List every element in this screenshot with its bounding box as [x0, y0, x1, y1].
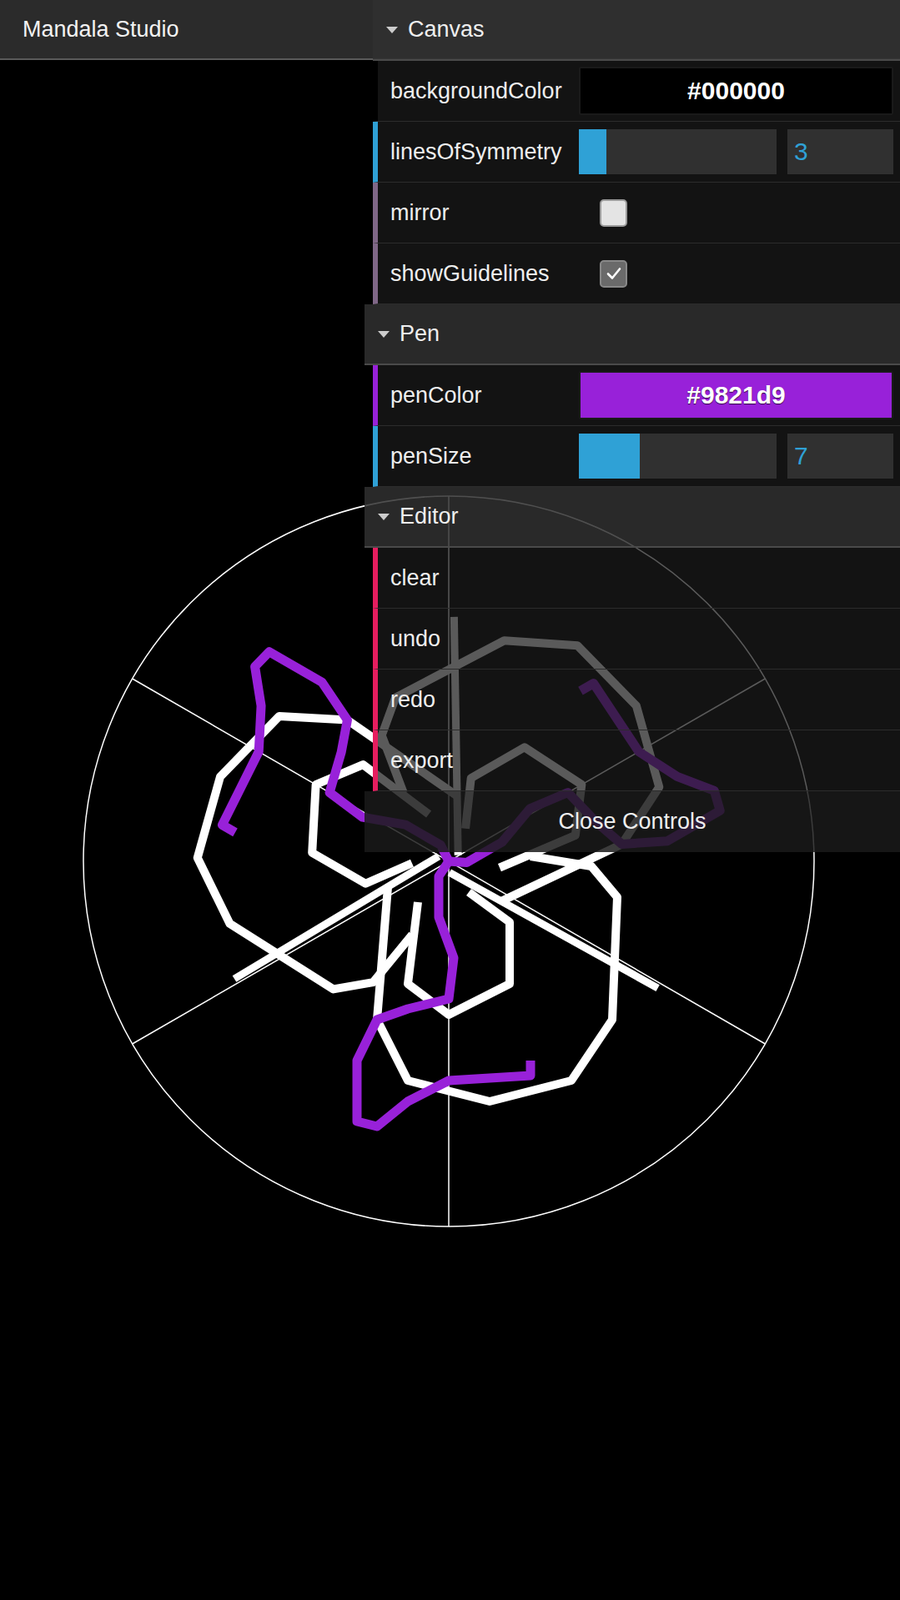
checkbox[interactable]	[599, 199, 628, 227]
control-folder: Pen penColor#9821d9 penSize 7	[364, 304, 900, 488]
folder-arrow-icon	[386, 26, 398, 34]
mandala-app: Mandala Studio Canvas backgroundColor#0000…	[0, 0, 900, 1600]
control-label: mirror	[377, 200, 579, 227]
pen-stroke	[377, 856, 618, 1102]
close-controls-button[interactable]: Close Controls	[364, 791, 900, 853]
checkbox-row: mirror	[372, 182, 900, 244]
folder-arrow-icon	[377, 331, 390, 338]
pen-stroke	[234, 856, 439, 980]
color-row: penColor#9821d9	[372, 365, 900, 427]
control-label: export	[377, 748, 579, 775]
check-icon	[604, 264, 624, 283]
slider-track[interactable]	[578, 129, 777, 175]
slider-row: penSize 7	[372, 426, 900, 488]
control-folder: Editor clear undo redo export	[364, 487, 900, 792]
folder-header[interactable]: Editor	[364, 487, 900, 549]
slider-row: linesOfSymmetry 3	[372, 121, 900, 183]
slider-fill	[578, 129, 607, 175]
button-row[interactable]: clear	[372, 548, 900, 609]
folder-arrow-icon	[377, 513, 390, 521]
control-label: redo	[377, 687, 579, 714]
control-label: clear	[377, 565, 579, 592]
control-label: undo	[377, 626, 579, 653]
symmetry-copy	[234, 856, 618, 1127]
control-label: penColor	[377, 382, 579, 409]
folder-header[interactable]: Pen	[364, 304, 900, 366]
control-label: linesOfSymmetry	[377, 139, 579, 166]
checkbox-row: showGuidelines	[372, 243, 900, 305]
color-field[interactable]: #000000	[578, 66, 894, 116]
control-label: showGuidelines	[377, 261, 579, 287]
folder-title: Canvas	[407, 16, 485, 43]
folder-title: Editor	[399, 503, 459, 530]
button-row[interactable]: redo	[372, 669, 900, 731]
button-row[interactable]: export	[372, 730, 900, 792]
controls-panel: CanvasbackgroundColor#000000linesOfSymme…	[364, 0, 900, 853]
number-field[interactable]: 7	[787, 433, 894, 479]
control-folder: CanvasbackgroundColor#000000linesOfSymme…	[364, 0, 900, 305]
folder-title: Pen	[399, 321, 440, 347]
app-title: Mandala Studio	[22, 16, 180, 43]
number-field[interactable]: 3	[787, 129, 894, 175]
button-row[interactable]: undo	[372, 608, 900, 670]
color-field[interactable]: #9821d9	[578, 371, 894, 420]
control-label: penSize	[377, 443, 579, 470]
checkbox[interactable]	[599, 260, 628, 288]
control-label: backgroundColor	[377, 78, 579, 105]
folder-header[interactable]: Canvas	[372, 0, 900, 61]
slider-track[interactable]	[578, 433, 777, 479]
pen-stroke	[407, 892, 510, 1016]
color-row: backgroundColor#000000	[372, 60, 900, 122]
slider-fill	[578, 433, 640, 479]
